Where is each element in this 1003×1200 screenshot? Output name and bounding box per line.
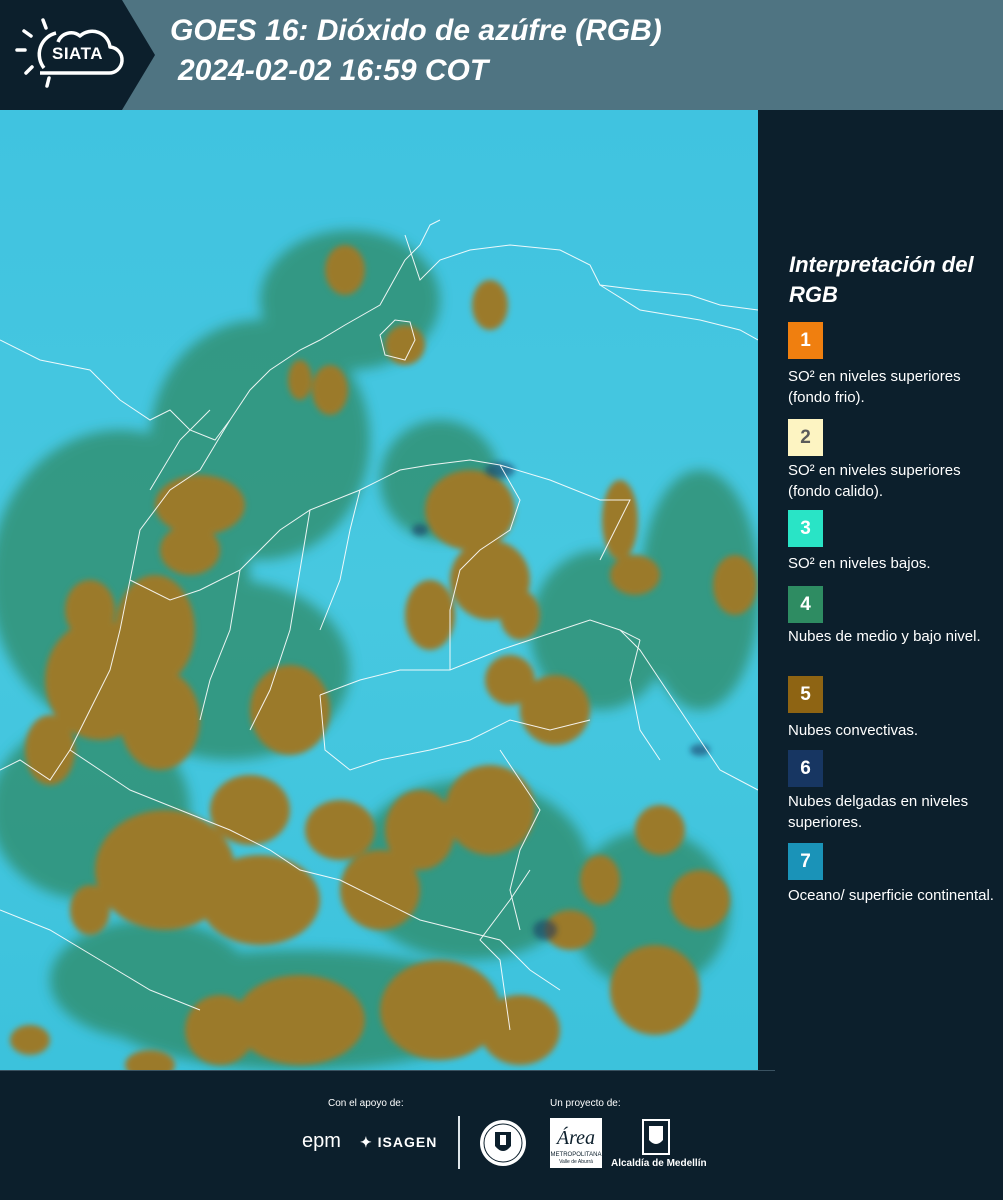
legend-swatch-5: 5 [788, 676, 823, 713]
area-logo-sub2: Valle de Aburrá [559, 1159, 593, 1165]
legend-title: Interpretación del RGB [789, 252, 974, 307]
timestamp: 2024-02-02 16:59 COT [178, 54, 489, 87]
satellite-map-svg [0, 110, 758, 1070]
area-logo-script: Área [555, 1126, 595, 1149]
project-label: Un proyecto de: [550, 1098, 621, 1109]
alcaldia-shield-icon [642, 1119, 670, 1155]
area-metropolitana-logo: Área METROPOLITANA Valle de Aburrá [550, 1118, 602, 1168]
legend-label-1: SO² en niveles superiores (fondo frio). [788, 368, 961, 406]
isagen-text: ISAGEN [377, 1134, 438, 1150]
legend-panel: Interpretación del RGB 1 SO² en niveles s… [758, 110, 1003, 1070]
siata-logo: SIATA [0, 0, 155, 110]
legend-swatch-4: 4 [788, 586, 823, 623]
siata-logo-text: SIATA [52, 44, 103, 63]
legend-swatch-6: 6 [788, 750, 823, 787]
footer: Con el apoyo de: Un proyecto de: epm ✦ I… [0, 1070, 1003, 1200]
footer-divider-line [0, 1070, 775, 1071]
legend-label-7: Oceano/ superficie continental. [788, 887, 994, 904]
legend-label-4: Nubes de medio y bajo nivel. [788, 628, 981, 645]
legend-swatch-7: 7 [788, 843, 823, 880]
medellin-seal-icon [480, 1120, 526, 1166]
epm-logo: epm [302, 1130, 341, 1152]
logo-divider [458, 1116, 460, 1169]
header-bar: SIATA GOES 16: Dióxido de azúfre (RGB) 2… [0, 0, 1003, 110]
legend-label-5: Nubes convectivas. [788, 722, 919, 739]
alcaldia-medellin-label: Alcaldía de Medellín [611, 1158, 707, 1169]
legend-label-6: Nubes delgadas en niveles superiores. [788, 793, 969, 831]
legend-label-2: SO² en niveles superiores (fondo calido)… [788, 462, 961, 500]
legend-swatch-2: 2 [788, 419, 823, 456]
page-title: GOES 16: Dióxido de azúfre (RGB) [170, 14, 662, 47]
isagen-logo: ✦ ISAGEN [360, 1134, 437, 1151]
isagen-mark-icon: ✦ [360, 1134, 373, 1150]
legend-swatch-1: 1 [788, 322, 823, 359]
legend-swatch-3: 3 [788, 510, 823, 547]
area-logo-sub: METROPOLITANA [551, 1152, 602, 1158]
support-label: Con el apoyo de: [328, 1098, 404, 1109]
satellite-image [0, 110, 758, 1070]
legend-label-3: SO² en niveles bajos. [788, 555, 931, 572]
